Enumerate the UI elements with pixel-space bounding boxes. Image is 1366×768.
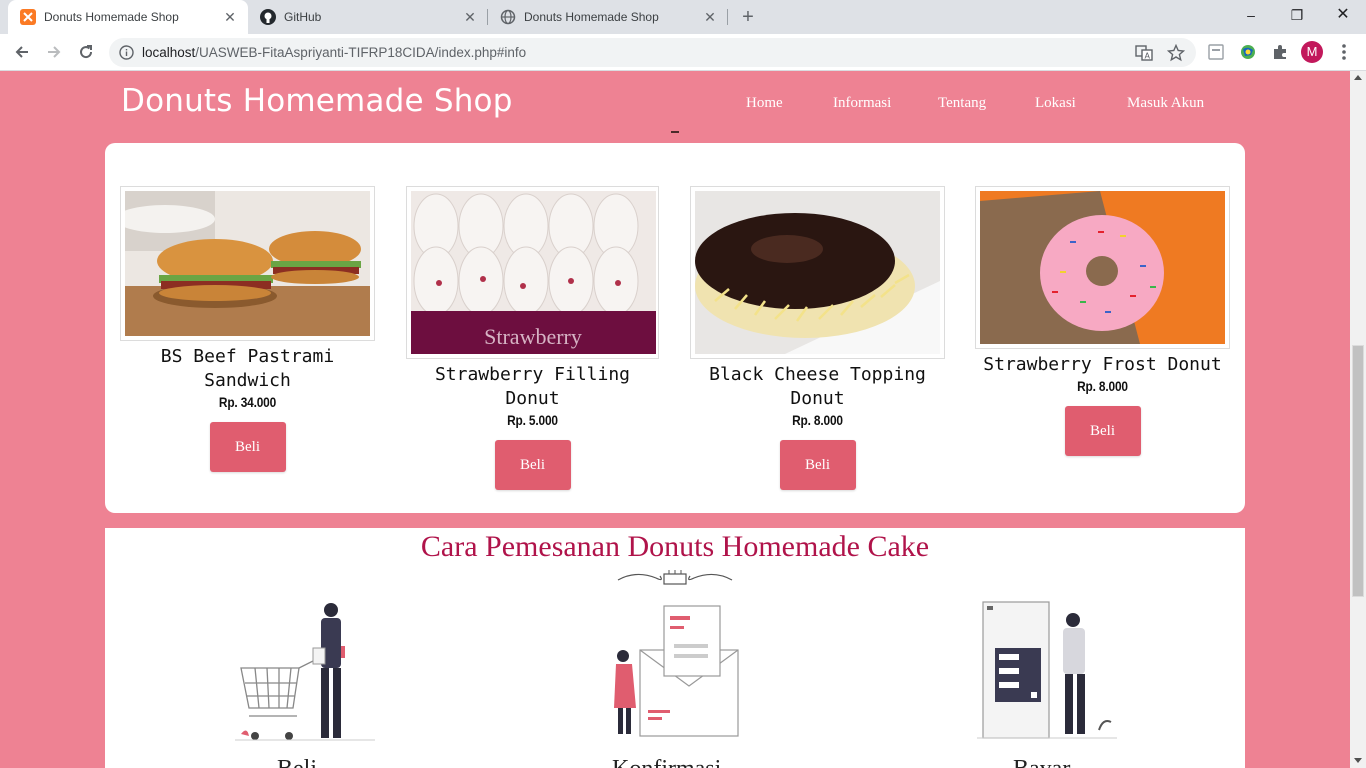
close-tab-icon[interactable]: ✕ xyxy=(702,9,718,25)
step-label: Konfirmasi xyxy=(612,756,721,768)
translate-icon: A xyxy=(1135,45,1153,61)
nav-masuk-akun[interactable]: Masuk Akun xyxy=(1127,95,1204,112)
product-image xyxy=(120,186,375,341)
url-host: localhost xyxy=(142,45,196,60)
browser-toolbar: localhost/UASWEB-FitaAspriyanti-TIFRP18C… xyxy=(0,34,1366,71)
profile-avatar[interactable]: M xyxy=(1301,41,1323,63)
browser-tab-bar: Donuts Homemade Shop ✕ GitHub ✕ Donuts H… xyxy=(0,0,1366,34)
payment-illustration xyxy=(977,601,1117,739)
back-arrow-icon xyxy=(15,46,28,58)
site-brand[interactable]: Donuts Homemade Shop xyxy=(121,83,513,119)
buy-button[interactable]: Beli xyxy=(779,440,856,490)
browser-tab[interactable]: Donuts Homemade Shop ✕ xyxy=(488,0,728,34)
forward-button[interactable] xyxy=(41,39,67,65)
page-viewport: Donuts Homemade Shop Home Informasi Tent… xyxy=(0,71,1350,768)
tab-title: GitHub xyxy=(284,10,322,24)
globe-icon xyxy=(500,9,516,25)
close-tab-icon[interactable]: ✕ xyxy=(222,9,238,25)
divider-mark xyxy=(671,131,679,133)
buy-button[interactable]: Beli xyxy=(209,422,286,472)
reload-button[interactable] xyxy=(73,39,99,65)
xampp-icon xyxy=(20,9,36,25)
close-tab-icon[interactable]: ✕ xyxy=(462,9,478,25)
new-tab-button[interactable]: + xyxy=(737,6,759,28)
tab-title: Donuts Homemade Shop xyxy=(524,10,659,24)
puzzle-icon[interactable] xyxy=(1270,42,1290,62)
browser-tab[interactable]: GitHub ✕ xyxy=(248,0,488,34)
close-window-button[interactable]: ✕ xyxy=(1320,0,1366,30)
product-image: Strawberry xyxy=(406,186,659,359)
restore-button[interactable]: ❐ xyxy=(1274,0,1320,30)
product-card: Black Cheese Topping Donut Rp. 8.000 Bel… xyxy=(690,186,945,490)
buy-button[interactable]: Beli xyxy=(1064,406,1141,456)
info-icon xyxy=(119,45,134,60)
site-header: Donuts Homemade Shop Home Informasi Tent… xyxy=(0,71,1350,139)
product-card: Strawberry Frost Donut Rp. 8.000 Beli xyxy=(975,186,1230,456)
tab-divider xyxy=(727,9,728,25)
email-confirmation-illustration xyxy=(614,605,739,737)
scrollbar-thumb[interactable] xyxy=(1352,345,1364,597)
svg-text:A: A xyxy=(1145,52,1151,61)
reload-icon xyxy=(80,45,93,59)
step-label: Beli xyxy=(277,756,317,768)
product-name: Black Cheese Topping Donut xyxy=(709,364,926,409)
product-name: Strawberry Frost Donut xyxy=(983,354,1222,375)
section-title: Cara Pemesanan Donuts Homemade Cake xyxy=(420,530,930,563)
forward-arrow-icon xyxy=(48,46,61,58)
bookmark-star-icon xyxy=(1167,44,1185,62)
product-card: BS Beef Pastrami Sandwich Rp. 34.000 Bel… xyxy=(120,186,375,472)
github-icon xyxy=(260,9,276,25)
product-price: Rp. 8.000 xyxy=(792,412,843,428)
photo-caption: Strawberry xyxy=(484,324,582,349)
products-panel: BS Beef Pastrami Sandwich Rp. 34.000 Bel… xyxy=(105,143,1245,513)
extension-icon[interactable] xyxy=(1206,42,1226,62)
nav-informasi[interactable]: Informasi xyxy=(833,95,891,112)
product-card: Strawberry Strawberry Filling Donut Rp. … xyxy=(405,186,660,490)
step-label: Bayar xyxy=(1013,756,1070,768)
menu-kebab-icon[interactable] xyxy=(1334,42,1354,62)
nav-tentang[interactable]: Tentang xyxy=(938,95,986,112)
page-scrollbar[interactable] xyxy=(1350,71,1366,768)
scroll-down-icon[interactable] xyxy=(1354,758,1362,763)
sandwich-photo xyxy=(125,191,370,336)
product-price: Rp. 5.000 xyxy=(507,412,558,428)
tab-title: Donuts Homemade Shop xyxy=(44,10,179,24)
product-price: Rp. 8.000 xyxy=(1077,378,1128,394)
product-price: Rp. 34.000 xyxy=(218,394,277,410)
url-text: localhost/UASWEB-FitaAspriyanti-TIFRP18C… xyxy=(142,45,526,60)
nav-home[interactable]: Home xyxy=(746,95,783,112)
product-name: Strawberry Filling Donut xyxy=(434,364,631,409)
buy-button[interactable]: Beli xyxy=(494,440,571,490)
browser-tab-active[interactable]: Donuts Homemade Shop ✕ xyxy=(8,0,248,34)
back-button[interactable] xyxy=(9,39,35,65)
address-bar[interactable]: localhost/UASWEB-FitaAspriyanti-TIFRP18C… xyxy=(109,38,1196,67)
how-to-order-section: Cara Pemesanan Donuts Homemade Cake xyxy=(105,528,1245,768)
product-image xyxy=(975,186,1230,349)
cheese-donut-photo xyxy=(695,191,940,354)
strawberry-donut-photo: Strawberry xyxy=(411,191,656,354)
url-path: /UASWEB-FitaAspriyanti-TIFRP18CIDA/index… xyxy=(195,45,527,60)
ornament-divider-icon xyxy=(617,570,733,585)
scroll-up-icon[interactable] xyxy=(1354,75,1362,80)
frost-donut-photo xyxy=(980,191,1225,344)
minimize-button[interactable]: – xyxy=(1228,0,1274,30)
product-image xyxy=(690,186,945,359)
product-name: BS Beef Pastrami Sandwich xyxy=(160,346,335,391)
extension-globe-icon[interactable] xyxy=(1238,42,1258,62)
nav-lokasi[interactable]: Lokasi xyxy=(1035,95,1076,112)
shopping-cart-illustration xyxy=(235,603,375,741)
